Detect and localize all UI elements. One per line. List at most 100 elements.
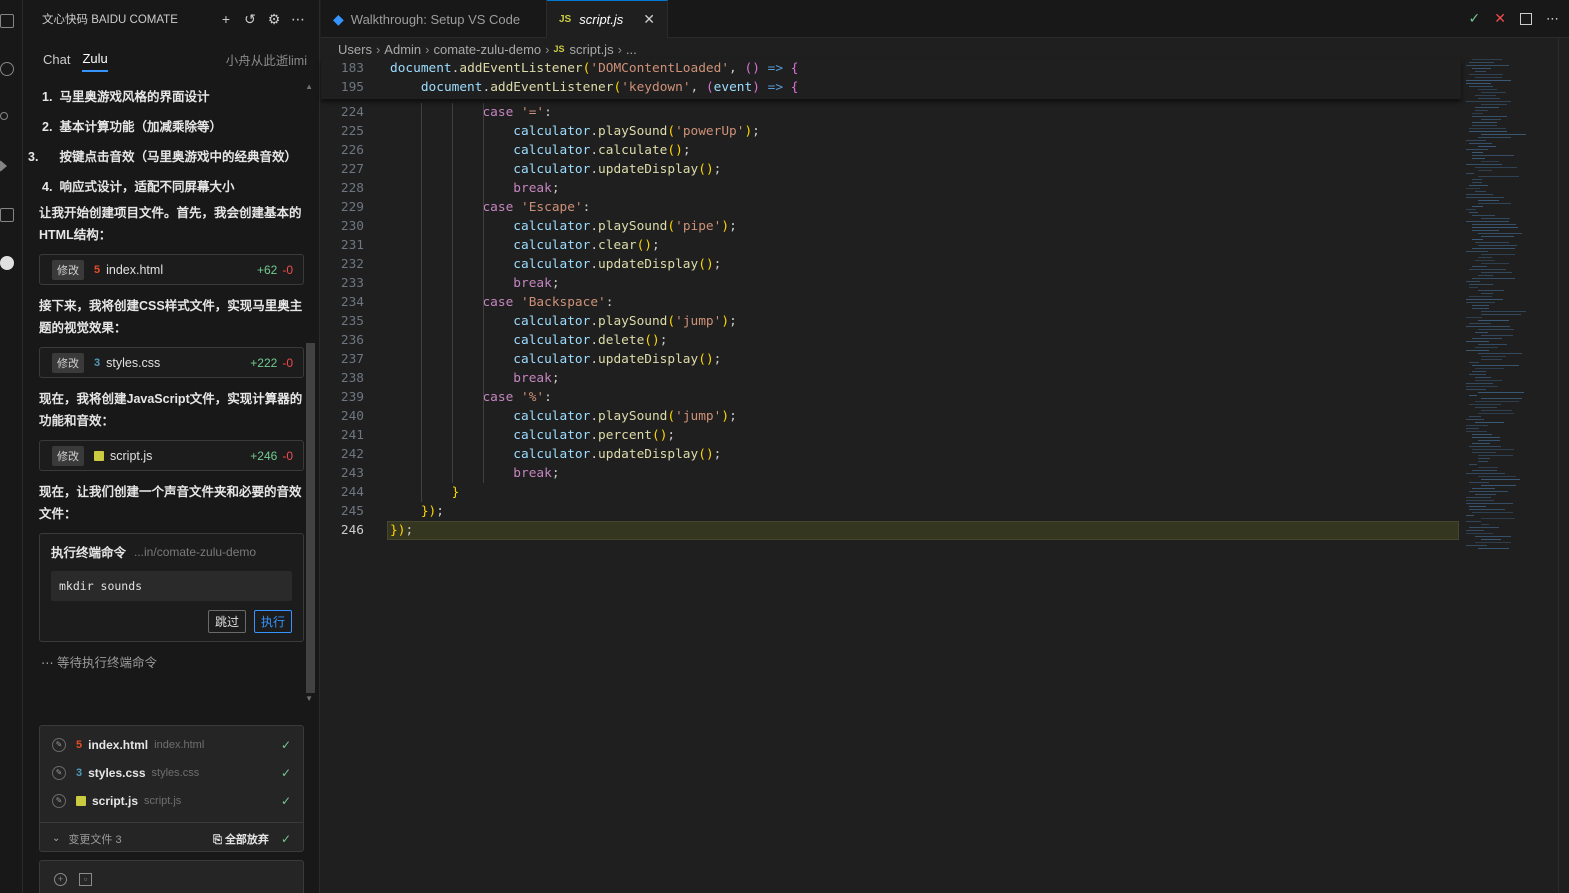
code-line[interactable]: 231 calculator.clear(); xyxy=(321,236,1461,255)
line-number: 244 xyxy=(340,485,364,500)
breadcrumb-item[interactable]: ... xyxy=(626,42,637,57)
sticky-code-line[interactable]: 195 document.addEventListener('keydown',… xyxy=(321,78,1461,97)
minimap[interactable] xyxy=(1466,59,1536,559)
line-number: 240 xyxy=(340,409,364,424)
discard-all-button[interactable]: ⎘ 全部放弃 xyxy=(213,831,269,847)
chat-scrollbar-thumb[interactable] xyxy=(306,343,315,693)
source-control-icon[interactable] xyxy=(0,112,8,120)
list-item: 1. 马里奥游戏风格的界面设计 xyxy=(39,86,304,108)
code-line[interactable]: 239 case '%': xyxy=(321,388,1461,407)
file-card-styles[interactable]: 修改 3 styles.css +222 -0 xyxy=(39,347,304,378)
minimap-line xyxy=(1472,179,1482,180)
code-line[interactable]: 243 break; xyxy=(321,464,1461,483)
accept-check-icon[interactable]: ✓ xyxy=(281,738,291,752)
accept-changes-icon[interactable]: ✓ xyxy=(1469,10,1481,27)
changed-file-name[interactable]: script.js xyxy=(92,794,138,808)
sidebar-header: 文心快码 BAIDU COMATE + ↺ ⚙ ⋯ xyxy=(23,0,319,38)
changed-count[interactable]: 变更文件 3 xyxy=(68,831,213,847)
more-icon[interactable]: ⋯ xyxy=(291,12,305,26)
changed-file-name[interactable]: index.html xyxy=(88,738,148,752)
minimap-line xyxy=(1478,320,1509,321)
changed-file-name[interactable]: styles.css xyxy=(88,766,145,780)
sticky-scroll[interactable]: 183 document.addEventListener('DOMContent… xyxy=(321,59,1461,99)
code-line[interactable]: 234 case 'Backspace': xyxy=(321,293,1461,312)
history-icon[interactable]: ↺ xyxy=(243,12,257,26)
minimap-line xyxy=(1472,437,1500,438)
add-context-icon[interactable]: + xyxy=(54,873,67,886)
skip-button[interactable]: 跳过 xyxy=(207,610,246,633)
breadcrumb-item[interactable]: script.js xyxy=(570,42,614,57)
image-icon[interactable]: ▫ xyxy=(79,873,92,886)
code-line[interactable]: 241 calculator.percent(); xyxy=(321,426,1461,445)
code-line[interactable]: 242 calculator.updateDisplay(); xyxy=(321,445,1461,464)
code-line[interactable]: 232 calculator.updateDisplay(); xyxy=(321,255,1461,274)
tab-script-js[interactable]: JS script.js ✕ xyxy=(547,0,668,38)
code-line[interactable]: 230 calculator.playSound('pipe'); xyxy=(321,217,1461,236)
editor-scrollbar[interactable] xyxy=(1558,38,1569,893)
code-line[interactable]: 229 case 'Escape': xyxy=(321,198,1461,217)
line-number: 234 xyxy=(340,295,364,310)
edit-icon[interactable]: ✎ xyxy=(52,738,66,752)
chat-input-box[interactable]: + ▫ xyxy=(39,860,304,893)
code-line[interactable]: 235 calculator.playSound('jump'); xyxy=(321,312,1461,331)
code-line[interactable]: 233 break; xyxy=(321,274,1461,293)
minimap-line xyxy=(1469,128,1506,129)
scroll-up-icon[interactable]: ▲ xyxy=(305,82,313,91)
accept-check-icon[interactable]: ✓ xyxy=(281,794,291,808)
minimap-line xyxy=(1472,215,1495,216)
search-icon[interactable] xyxy=(0,62,14,76)
tab-chat[interactable]: Chat xyxy=(43,52,70,67)
code-line[interactable]: 238 break; xyxy=(321,369,1461,388)
file-name[interactable]: index.html xyxy=(106,263,257,277)
extensions-icon[interactable] xyxy=(0,208,14,222)
code-line[interactable]: 228 break; xyxy=(321,179,1461,198)
accept-check-icon[interactable]: ✓ xyxy=(281,766,291,780)
minimap-line xyxy=(1466,209,1476,210)
minimap-line xyxy=(1466,80,1511,81)
breadcrumb-item[interactable]: Users xyxy=(338,42,372,57)
chevron-down-icon[interactable]: ⌄ xyxy=(52,833,60,844)
minimap-line xyxy=(1466,503,1513,504)
changed-file-path: script.js xyxy=(144,795,182,807)
comate-icon[interactable] xyxy=(0,256,14,270)
file-name[interactable]: styles.css xyxy=(106,356,250,370)
settings-icon[interactable]: ⚙ xyxy=(267,12,281,26)
file-card-index[interactable]: 修改 5 index.html +62 -0 xyxy=(39,254,304,285)
code-line[interactable]: 240 calculator.playSound('jump'); xyxy=(321,407,1461,426)
code-line[interactable]: 237 calculator.updateDisplay(); xyxy=(321,350,1461,369)
accept-all-check-icon[interactable]: ✓ xyxy=(281,832,291,846)
explorer-icon[interactable] xyxy=(0,14,14,28)
code-line[interactable]: 225 calculator.playSound('powerUp'); xyxy=(321,122,1461,141)
breadcrumb-item[interactable]: Admin xyxy=(384,42,421,57)
sticky-code-line[interactable]: 183 document.addEventListener('DOMContent… xyxy=(321,59,1461,78)
code-text: document.addEventListener('keydown', (ev… xyxy=(420,80,799,95)
code-line[interactable]: 246}); xyxy=(321,521,1461,540)
run-debug-icon[interactable] xyxy=(0,160,7,172)
code-line[interactable]: 224 case '=': xyxy=(321,103,1461,122)
changed-file-row[interactable]: ✎ 3 styles.css styles.css ✓ xyxy=(40,759,303,787)
code-line[interactable]: 244 } xyxy=(321,483,1461,502)
code-line[interactable]: 226 calculator.calculate(); xyxy=(321,141,1461,160)
code-editor[interactable]: 183 document.addEventListener('DOMContent… xyxy=(321,59,1461,893)
minimap-line xyxy=(1481,410,1512,411)
edit-icon[interactable]: ✎ xyxy=(52,794,66,808)
scroll-down-icon[interactable]: ▼ xyxy=(305,694,313,703)
breadcrumb-item[interactable]: comate-zulu-demo xyxy=(434,42,542,57)
code-line[interactable]: 236 calculator.delete(); xyxy=(321,331,1461,350)
run-button[interactable]: 执行 xyxy=(253,610,292,633)
changed-file-row[interactable]: ✎ script.js script.js ✓ xyxy=(40,787,303,815)
tab-walkthrough[interactable]: ◆ Walkthrough: Setup VS Code xyxy=(321,0,547,38)
file-name[interactable]: script.js xyxy=(110,449,250,463)
minimap-line xyxy=(1469,131,1507,132)
changed-file-row[interactable]: ✎ 5 index.html index.html ✓ xyxy=(40,731,303,759)
reject-changes-icon[interactable]: ✕ xyxy=(1494,10,1506,27)
code-line[interactable]: 245 }); xyxy=(321,502,1461,521)
tab-zulu[interactable]: Zulu xyxy=(82,51,108,72)
close-icon[interactable]: ✕ xyxy=(643,11,655,28)
file-card-script[interactable]: 修改 script.js +246 -0 xyxy=(39,440,304,471)
more-actions-icon[interactable]: ⋯ xyxy=(1546,11,1559,27)
split-editor-icon[interactable] xyxy=(1520,12,1532,25)
new-chat-icon[interactable]: + xyxy=(219,12,233,26)
edit-icon[interactable]: ✎ xyxy=(52,766,66,780)
code-line[interactable]: 227 calculator.updateDisplay(); xyxy=(321,160,1461,179)
